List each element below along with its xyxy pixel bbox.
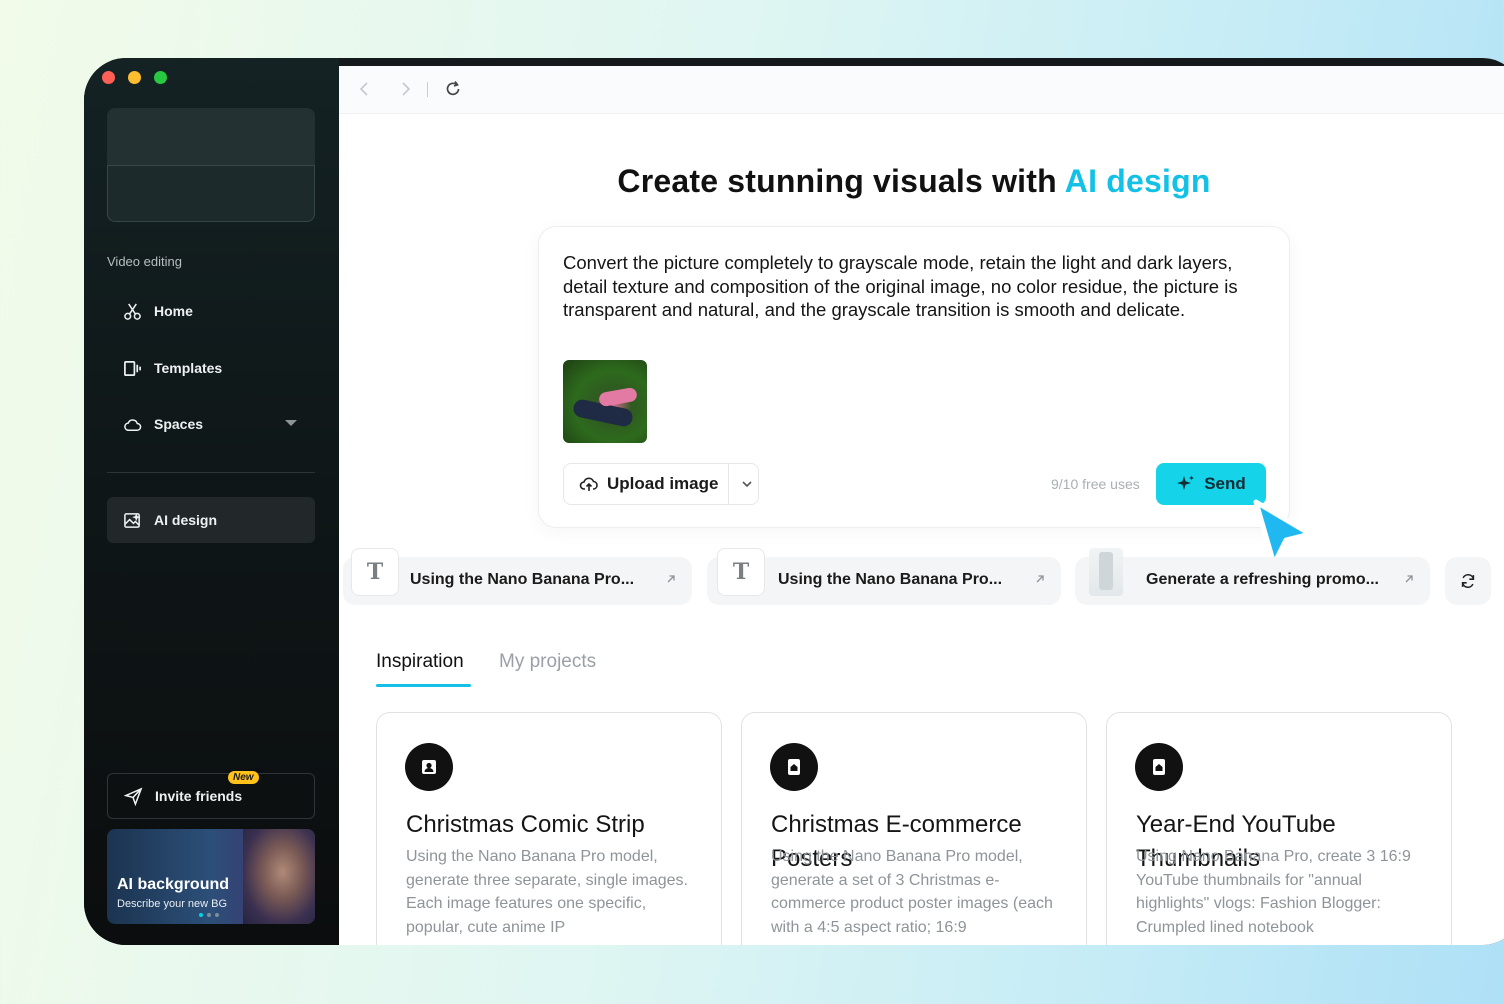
new-badge: New (228, 771, 259, 784)
send-icon (124, 786, 143, 806)
sidebar-item-label: Spaces (154, 416, 204, 432)
cloud-upload-icon (579, 477, 598, 491)
tab-my-projects[interactable]: My projects (499, 651, 596, 673)
close-window-button[interactable] (102, 71, 115, 84)
text-type-icon: T (351, 548, 399, 596)
prompt-composer: Convert the picture completely to graysc… (538, 226, 1290, 528)
inspiration-card[interactable]: Christmas Comic Strip Using the Nano Ban… (376, 712, 722, 945)
sidebar-item-label: Home (154, 303, 193, 319)
templates-icon (124, 360, 141, 376)
invite-friends-label: Invite friends (155, 788, 243, 804)
invite-friends-button[interactable]: Invite friends New (107, 771, 315, 819)
arrow-up-right-icon (1405, 575, 1413, 583)
cloud-icon (124, 418, 142, 431)
headline-text: Create stunning visuals with (617, 163, 1065, 199)
product-bottle-thumbnail (1089, 548, 1123, 596)
attached-image-thumbnail[interactable] (563, 360, 647, 443)
card-description: Using the Nano Banana Pro model, generat… (406, 848, 688, 936)
suggestion-chip[interactable]: T Using the Nano Banana Pro... (707, 548, 1061, 605)
carousel-dot[interactable] (199, 913, 203, 917)
carousel-dots[interactable] (199, 913, 219, 917)
card-description: Using Nano Banana Pro, create 3 16:9 You… (1136, 848, 1411, 936)
chevron-down-icon[interactable] (285, 420, 297, 426)
window-controls (102, 71, 167, 84)
suggestion-label: Using the Nano Banana Pro... (410, 571, 635, 588)
tab-underline (376, 684, 471, 687)
send-label: Send (1204, 474, 1246, 493)
carousel-dot[interactable] (207, 913, 211, 917)
workspace-switcher-lower (107, 165, 315, 222)
card-title: Christmas Comic Strip (406, 811, 645, 838)
sidebar-item-label: AI design (154, 512, 218, 528)
suggestion-label: Using the Nano Banana Pro... (778, 571, 1003, 588)
maximize-window-button[interactable] (154, 71, 167, 84)
sidebar-divider (107, 472, 315, 473)
main-content: Create stunning visuals with AI design C… (339, 66, 1504, 945)
promo-portrait-image (243, 829, 315, 924)
promo-title: AI background (117, 876, 230, 893)
sparkle-icon (1177, 475, 1195, 490)
sidebar-item-ai-design[interactable]: AI design (107, 497, 315, 543)
poster-icon (770, 743, 818, 791)
inspiration-card[interactable]: Year-End YouTube Thumbnails Using Nano B… (1106, 712, 1452, 945)
refresh-suggestions-button[interactable] (1445, 557, 1491, 605)
promo-subtitle: Describe your new BG (117, 898, 228, 910)
ai-background-promo[interactable]: AI background Describe your new BG (107, 829, 315, 924)
suggestion-chip[interactable]: T Using the Nano Banana Pro... (343, 548, 692, 605)
back-icon[interactable] (355, 79, 375, 99)
free-uses-counter: 9/10 free uses (1051, 476, 1140, 492)
suggestion-chip[interactable]: Generate a refreshing promo... (1075, 548, 1430, 605)
thumbnail-figure (598, 386, 638, 408)
sidebar: Video editing Home Templates Spaces AI d… (84, 58, 339, 945)
sidebar-item-home[interactable]: Home (107, 288, 315, 334)
chevron-down-icon[interactable] (739, 476, 755, 492)
arrow-up-right-icon (667, 575, 675, 583)
button-divider (728, 464, 730, 504)
upload-image-label: Upload image (607, 474, 719, 493)
refresh-icon (1461, 573, 1475, 589)
minimize-window-button[interactable] (128, 71, 141, 84)
app-window: Video editing Home Templates Spaces AI d… (84, 58, 1504, 945)
tab-inspiration[interactable]: Inspiration (376, 651, 464, 673)
text-type-icon: T (717, 548, 765, 596)
poster-icon (1135, 743, 1183, 791)
scissors-icon (124, 302, 141, 320)
reload-icon[interactable] (443, 79, 463, 99)
image-sparkle-icon (124, 512, 141, 528)
browser-toolbar (339, 66, 1504, 114)
inspiration-card[interactable]: Christmas E-commerce Posters Using the N… (741, 712, 1087, 945)
workspace-switcher[interactable] (107, 108, 315, 222)
sidebar-item-templates[interactable]: Templates (107, 345, 315, 391)
sidebar-item-spaces[interactable]: Spaces (107, 401, 315, 447)
page-headline: Create stunning visuals with AI design (339, 163, 1489, 200)
upload-image-button[interactable]: Upload image (563, 463, 759, 505)
prompt-input[interactable]: Convert the picture completely to graysc… (563, 251, 1269, 322)
headline-accent: AI design (1064, 163, 1211, 199)
arrow-up-right-icon (1036, 575, 1044, 583)
forward-icon[interactable] (395, 79, 415, 99)
card-description: Using the Nano Banana Pro model, generat… (771, 848, 1053, 936)
sidebar-item-label: Templates (154, 360, 223, 376)
suggestion-label: Generate a refreshing promo... (1146, 571, 1379, 588)
section-label-video-editing: Video editing (107, 254, 182, 269)
carousel-dot[interactable] (215, 913, 219, 917)
toolbar-separator (427, 82, 428, 97)
portrait-icon (405, 743, 453, 791)
